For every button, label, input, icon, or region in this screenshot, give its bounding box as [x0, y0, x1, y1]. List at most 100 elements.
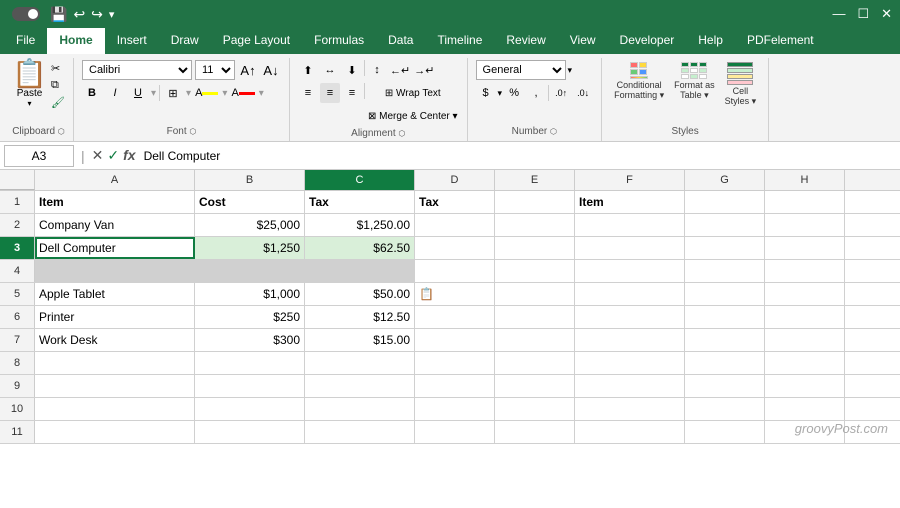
align-center-button[interactable]: ≡	[320, 83, 340, 103]
text-direction-button[interactable]: ↕	[367, 60, 387, 80]
number-format-dropdown[interactable]: ▾	[568, 65, 573, 76]
redo-icon[interactable]: ↪	[91, 6, 103, 23]
tab-view[interactable]: View	[558, 28, 608, 54]
font-decrease-button[interactable]: A↓	[261, 60, 281, 80]
cell-4-H[interactable]	[765, 260, 845, 282]
autosave-toggle-switch[interactable]	[12, 7, 40, 21]
cell-7-H[interactable]	[765, 329, 845, 351]
cell-4-F[interactable]	[575, 260, 685, 282]
copy-button[interactable]: ⧉	[51, 79, 65, 92]
border-dropdown[interactable]: ▾	[186, 88, 191, 99]
align-left-button[interactable]: ≡	[298, 83, 318, 103]
cell-5-F[interactable]	[575, 283, 685, 305]
cell-10-A[interactable]	[35, 398, 195, 420]
save-icon[interactable]: 💾	[50, 6, 67, 23]
cell-1-F[interactable]: Item	[575, 191, 685, 213]
row-number-2[interactable]: 2	[0, 214, 35, 236]
align-bottom-button[interactable]: ⬇	[342, 60, 362, 80]
cell-9-H[interactable]	[765, 375, 845, 397]
cell-11-A[interactable]	[35, 421, 195, 443]
cell-9-E[interactable]	[495, 375, 575, 397]
cell-5-G[interactable]	[685, 283, 765, 305]
cell-2-B[interactable]: $25,000	[195, 214, 305, 236]
border-button[interactable]: ⊞	[163, 83, 183, 103]
font-color-button[interactable]: A	[230, 83, 255, 103]
cell-8-B[interactable]	[195, 352, 305, 374]
cell-8-A[interactable]	[35, 352, 195, 374]
cell-10-G[interactable]	[685, 398, 765, 420]
restore-icon[interactable]: ☐	[857, 6, 869, 22]
minimize-icon[interactable]: —	[832, 6, 845, 22]
cell-2-G[interactable]	[685, 214, 765, 236]
cell-3-E[interactable]	[495, 237, 575, 259]
cell-8-G[interactable]	[685, 352, 765, 374]
cell-1-C[interactable]: Tax	[305, 191, 415, 213]
row-number-11[interactable]: 11	[0, 421, 35, 443]
decrease-decimal-button[interactable]: .0↓	[573, 83, 593, 103]
tab-data[interactable]: Data	[376, 28, 425, 54]
col-header-h[interactable]: H	[765, 170, 845, 190]
cell-7-E[interactable]	[495, 329, 575, 351]
number-expand-icon[interactable]: ⬡	[550, 127, 557, 136]
row-number-1[interactable]: 1	[0, 191, 35, 213]
font-increase-button[interactable]: A↑	[238, 60, 258, 80]
cancel-formula-icon[interactable]: ✕	[92, 147, 104, 164]
autosave-toggle[interactable]	[8, 7, 44, 21]
cell-2-F[interactable]	[575, 214, 685, 236]
dollar-dropdown[interactable]: ▾	[498, 88, 503, 99]
font-family-select[interactable]: Calibri	[82, 60, 192, 80]
cell-10-F[interactable]	[575, 398, 685, 420]
indent-decrease-button[interactable]: ←↵	[389, 60, 411, 80]
cell-reference-input[interactable]	[4, 145, 74, 167]
cut-button[interactable]: ✂	[51, 62, 65, 75]
tab-draw[interactable]: Draw	[159, 28, 211, 54]
cell-5-E[interactable]	[495, 283, 575, 305]
cell-11-B[interactable]	[195, 421, 305, 443]
smart-tag-icon[interactable]: 📋	[419, 287, 434, 301]
number-format-select[interactable]: General	[476, 60, 566, 80]
cell-11-C[interactable]	[305, 421, 415, 443]
italic-button[interactable]: I	[105, 83, 125, 103]
cell-6-B[interactable]: $250	[195, 306, 305, 328]
tab-home[interactable]: Home	[47, 28, 104, 54]
undo-icon[interactable]: ↩	[73, 6, 85, 23]
paste-dropdown[interactable]: ▾	[28, 99, 32, 108]
insert-function-icon[interactable]: fx	[123, 147, 135, 164]
cell-3-C[interactable]: $62.50	[305, 237, 415, 259]
cell-4-C[interactable]	[305, 260, 415, 282]
cell-3-F[interactable]	[575, 237, 685, 259]
conditional-formatting-button[interactable]: ConditionalFormatting ▾	[610, 60, 668, 103]
cell-9-B[interactable]	[195, 375, 305, 397]
formula-input[interactable]	[140, 145, 896, 167]
confirm-formula-icon[interactable]: ✓	[107, 147, 119, 164]
cell-5-D[interactable]: 📋	[415, 283, 495, 305]
cell-8-H[interactable]	[765, 352, 845, 374]
cell-styles-button[interactable]: CellStyles ▾	[721, 60, 761, 109]
cell-3-G[interactable]	[685, 237, 765, 259]
cell-6-F[interactable]	[575, 306, 685, 328]
comma-button[interactable]: ,	[526, 83, 546, 103]
alignment-expand-icon[interactable]: ⬡	[398, 129, 405, 138]
cell-9-F[interactable]	[575, 375, 685, 397]
cell-6-C[interactable]: $12.50	[305, 306, 415, 328]
cell-3-B[interactable]: $1,250	[195, 237, 305, 259]
cell-3-A[interactable]: Dell Computer	[35, 237, 195, 259]
align-top-button[interactable]: ⬆	[298, 60, 318, 80]
font-color-dropdown[interactable]: ▾	[259, 88, 264, 99]
cell-11-D[interactable]	[415, 421, 495, 443]
cell-10-H[interactable]	[765, 398, 845, 420]
align-middle-button[interactable]: ↔	[320, 60, 340, 80]
tab-page-layout[interactable]: Page Layout	[211, 28, 302, 54]
cell-7-C[interactable]: $15.00	[305, 329, 415, 351]
col-header-g[interactable]: G	[685, 170, 765, 190]
cell-6-G[interactable]	[685, 306, 765, 328]
tab-pdfelement[interactable]: PDFelement	[735, 28, 826, 54]
font-size-select[interactable]: 11	[195, 60, 235, 80]
cell-6-E[interactable]	[495, 306, 575, 328]
cell-1-E[interactable]	[495, 191, 575, 213]
cell-8-F[interactable]	[575, 352, 685, 374]
cell-1-B[interactable]: Cost	[195, 191, 305, 213]
cell-5-A[interactable]: Apple Tablet	[35, 283, 195, 305]
cell-4-B[interactable]	[195, 260, 305, 282]
col-header-e[interactable]: E	[495, 170, 575, 190]
